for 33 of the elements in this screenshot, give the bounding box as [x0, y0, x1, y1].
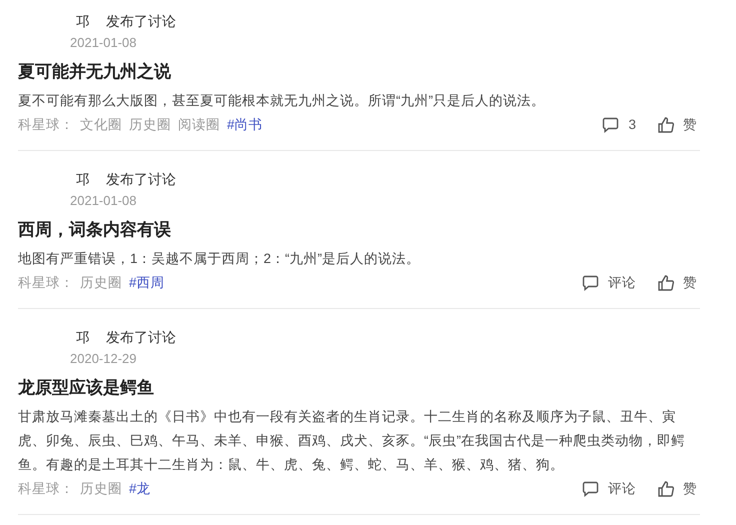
topic-link[interactable]: #西周: [129, 272, 165, 294]
source-label: 科星球：: [18, 116, 74, 134]
like-button[interactable]: 赞: [658, 114, 698, 136]
post-date: 2021-01-08: [70, 35, 136, 50]
action-text: 发布了讨论: [106, 328, 176, 346]
action-text: 发布了讨论: [106, 12, 176, 30]
like-button[interactable]: 赞: [658, 478, 698, 500]
author-name[interactable]: 邛: [76, 326, 90, 348]
post-date: 2020-12-29: [70, 351, 136, 366]
post-date: 2021-01-08: [70, 193, 136, 208]
comment-icon: [582, 275, 599, 291]
comment-icon: [602, 117, 620, 133]
author-name[interactable]: 邛: [76, 10, 90, 32]
post-title[interactable]: 西周，词条内容有误: [18, 220, 171, 239]
post-title[interactable]: 龙原型应该是鳄鱼: [18, 378, 154, 397]
source-label: 科星球：: [18, 480, 74, 498]
comment-button[interactable]: 3: [580, 114, 636, 136]
comment-icon: [582, 481, 599, 497]
thumbs-up-icon: [658, 275, 674, 291]
topic-link[interactable]: #龙: [129, 478, 151, 500]
source-label: 科星球：: [18, 274, 74, 292]
thumbs-up-icon: [658, 117, 674, 133]
action-text: 发布了讨论: [106, 170, 176, 188]
post-body: 甘肃放马滩秦墓出土的《日书》中也有一段有关盗者的生肖记录。十二生肖的名称及顺序为子鼠、丑牛、寅虎、卯兔、辰虫、巳鸡、午马、未羊、申猴、酉鸡、戌犬、亥豕。“辰虫”在我国古代是一种爬虫类动物，即鳄鱼。有趣的是土耳其十二生肖为：鼠、牛、虎、兔、鳄、蛇、马、羊、猴、鸡、猪、狗。: [18, 408, 686, 474]
post-title[interactable]: 夏可能并无九州之说: [18, 62, 171, 81]
comment-button[interactable]: 评论: [580, 478, 636, 500]
comment-button[interactable]: 评论: [580, 272, 636, 294]
topic-link[interactable]: #尚书: [227, 114, 263, 136]
post-body: 地图有严重错误，1：吴越不属于西周；2：“九州”是后人的说法。: [18, 250, 422, 268]
author-name[interactable]: 邛: [76, 168, 90, 190]
post-body: 夏不可能有那么大版图，甚至夏可能根本就无九州之说。所谓“九州”只是后人的说法。: [18, 92, 546, 110]
thumbs-up-icon: [658, 481, 674, 497]
like-button[interactable]: 赞: [658, 272, 698, 294]
